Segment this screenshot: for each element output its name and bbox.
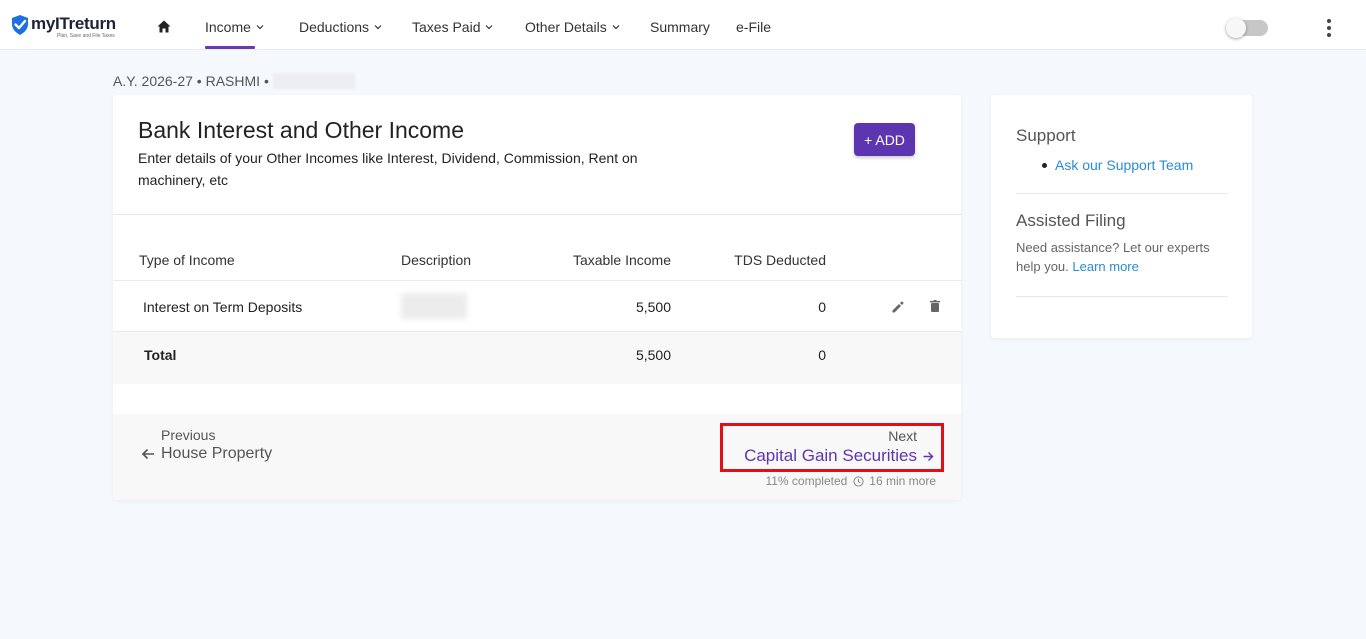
nav-deductions-label: Deductions (299, 19, 370, 35)
edit-icon[interactable] (892, 301, 904, 313)
nav-other-details[interactable]: Other Details (525, 19, 620, 35)
nav-summary[interactable]: Summary (650, 19, 710, 35)
assisted-filing-title: Assisted Filing (1016, 211, 1126, 230)
nav-summary-label: Summary (650, 19, 710, 35)
chevron-down-icon (612, 25, 620, 30)
nav-efile-label: e-File (736, 19, 772, 35)
theme-toggle[interactable] (1226, 18, 1268, 38)
breadcrumb-text: A.Y. 2026-27 • RASHMI • (113, 73, 269, 89)
nav-income-label: Income (205, 19, 251, 35)
step-navigation: Previous House Property Next Capital Gai… (113, 414, 961, 500)
arrow-right-icon (923, 451, 934, 461)
nav-taxes-paid[interactable]: Taxes Paid (412, 19, 493, 35)
active-tab-indicator (205, 46, 255, 49)
taxable-income-cell: 5,500 (635, 299, 671, 315)
toggle-knob (1226, 18, 1246, 38)
learn-more-link[interactable]: Learn more (1072, 259, 1138, 274)
next-label: Next (888, 428, 917, 444)
nav-deductions[interactable]: Deductions (299, 19, 382, 35)
total-tds: 0 (818, 347, 826, 363)
bullet-icon (1042, 162, 1047, 168)
support-link[interactable]: Ask our Support Team (1042, 157, 1193, 173)
next-link[interactable]: Capital Gain Securities (744, 446, 934, 466)
header-description: Description (401, 252, 472, 268)
support-link-text: Ask our Support Team (1055, 157, 1194, 173)
brand-name: myITreturn (31, 14, 116, 33)
header-type-of-income: Type of Income (139, 252, 235, 268)
nav-taxes-paid-label: Taxes Paid (412, 19, 481, 35)
total-row: Total 5,500 0 (113, 332, 961, 384)
more-vert-icon[interactable] (1322, 18, 1336, 38)
divider (1016, 296, 1228, 297)
row-divider (113, 280, 961, 281)
income-type-cell: Interest on Term Deposits (143, 299, 303, 315)
next-highlight-box[interactable]: Next Capital Gain Securities (720, 423, 944, 472)
nav-efile[interactable]: e-File (736, 19, 771, 35)
help-sidebar: Support Ask our Support Team Assisted Fi… (991, 95, 1252, 338)
shield-check-icon (12, 15, 28, 35)
time-remaining-text: 16 min more (869, 474, 936, 488)
previous-link[interactable]: House Property (141, 445, 272, 463)
total-label: Total (144, 347, 177, 363)
top-navbar: myITreturn Plan, Save and File Taxes Inc… (0, 0, 1366, 50)
delete-icon[interactable] (930, 300, 940, 312)
arrow-left-icon (141, 448, 154, 460)
nav-income[interactable]: Income (205, 19, 264, 35)
income-card: Bank Interest and Other Income Enter det… (113, 95, 961, 500)
tds-cell: 0 (818, 299, 826, 315)
assisted-filing-text: Need assistance? Let our experts help yo… (1016, 238, 1231, 276)
progress-text: 11% completed (765, 474, 848, 488)
redacted-pan (272, 73, 355, 89)
nav-other-details-label: Other Details (525, 19, 607, 35)
add-button[interactable]: + ADD (854, 123, 915, 156)
next-link-text: Capital Gain Securities (744, 446, 917, 465)
progress-info: 11% completed 16 min more (765, 474, 936, 488)
breadcrumb: A.Y. 2026-27 • RASHMI • (113, 73, 355, 89)
clock-icon (853, 475, 864, 487)
brand-tagline: Plan, Save and File Taxes (57, 33, 115, 39)
chevron-down-icon (374, 25, 382, 30)
brand-logo[interactable]: myITreturn Plan, Save and File Taxes (11, 14, 131, 42)
chevron-down-icon (256, 25, 264, 30)
previous-link-text: House Property (161, 445, 273, 462)
page-subtitle: Enter details of your Other Incomes like… (138, 150, 638, 188)
total-taxable: 5,500 (635, 347, 671, 363)
redacted-description (401, 293, 467, 319)
support-title: Support (1016, 126, 1076, 145)
header-taxable-income: Taxable Income (572, 252, 671, 268)
header-tds-deducted: TDS Deducted (734, 252, 826, 268)
divider (113, 214, 961, 215)
chevron-down-icon (486, 25, 493, 30)
home-icon[interactable] (157, 20, 171, 33)
previous-label: Previous (161, 427, 216, 443)
page-title: Bank Interest and Other Income (138, 117, 465, 143)
divider (1016, 193, 1228, 194)
